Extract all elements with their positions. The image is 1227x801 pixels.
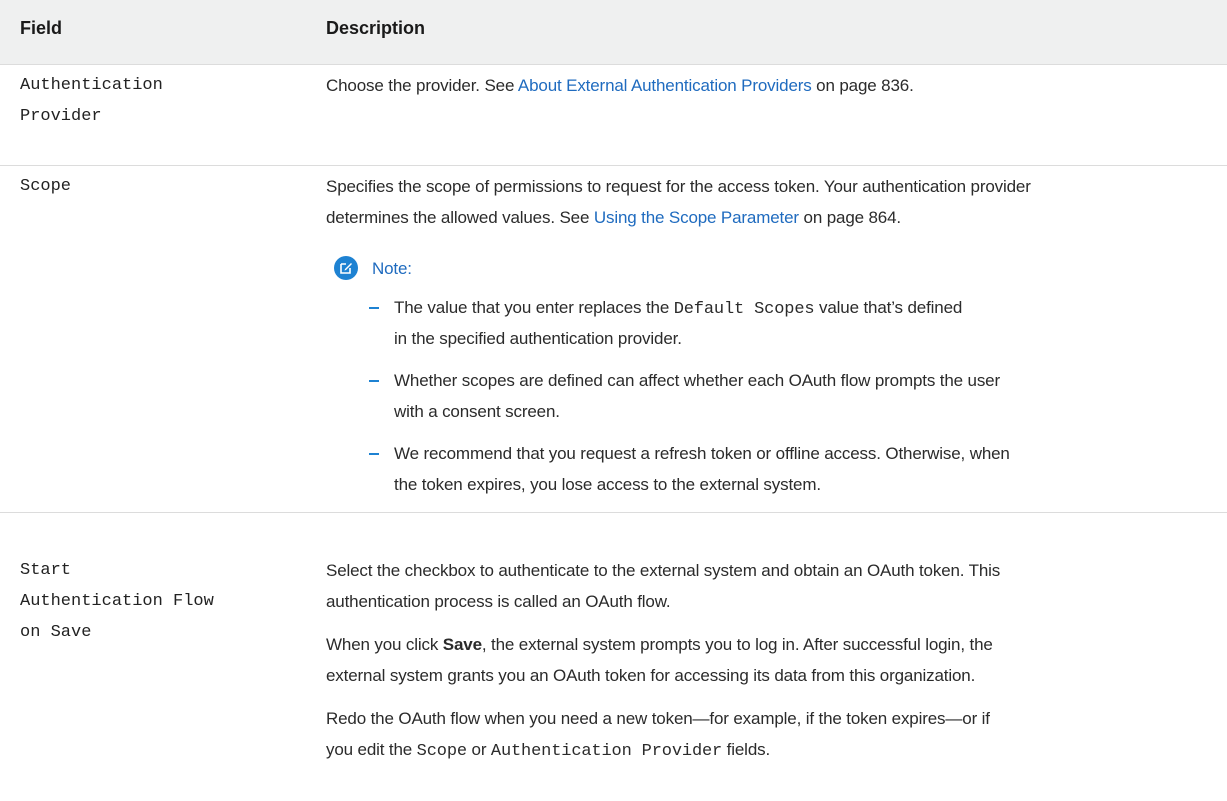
- text: , the external system prompts you to log…: [481, 635, 993, 654]
- description-line: Specifies the scope of permissions to re…: [326, 177, 1031, 196]
- field-name-line: Provider: [20, 107, 102, 126]
- description-line: Select the checkbox to authenticate to t…: [326, 561, 1001, 580]
- text: on page 836.: [811, 76, 914, 95]
- text: you edit the: [326, 740, 417, 759]
- bullet-text: We recommend that you request a refresh …: [394, 438, 1010, 500]
- save-ui-label: Save: [442, 635, 482, 654]
- text: When you click: [326, 635, 443, 654]
- text: on page 864.: [798, 208, 902, 227]
- field-name-line: Start: [20, 561, 72, 580]
- text: or: [466, 740, 491, 759]
- bullet-dash: [369, 380, 379, 382]
- field-name: Scope: [20, 171, 310, 202]
- description-line: When you click Save, the external system…: [326, 629, 1206, 660]
- description-line: authentication process is called an OAut…: [326, 592, 671, 611]
- bullet-line: We recommend that you request a refresh …: [394, 444, 1010, 463]
- table-row: Start Authentication Flow on Save Select…: [0, 547, 1227, 801]
- code-text: Scope: [416, 742, 467, 761]
- text: value that’s defined: [814, 298, 963, 317]
- bullet-text: Whether scopes are defined can affect wh…: [394, 365, 1000, 427]
- field-description: Select the checkbox to authenticate to t…: [326, 555, 1206, 765]
- description-line: determines the allowed values. See Using…: [326, 202, 1206, 233]
- bullet-line: with a consent screen.: [394, 402, 560, 421]
- table-row: Scope Specifies the scope of permissions…: [0, 166, 1227, 513]
- note-label: Note:: [372, 259, 412, 278]
- description-line: you edit the Scope or Authentication Pro…: [326, 734, 1206, 765]
- description-line: external system grants you an OAuth toke…: [326, 666, 976, 685]
- field-description: Choose the provider. See About External …: [326, 70, 1206, 101]
- code-text: Default Scopes: [673, 300, 815, 319]
- text: Choose the provider. See: [326, 76, 518, 95]
- field-name: Authentication Provider: [20, 70, 310, 132]
- edit-note-icon: [334, 256, 358, 280]
- table-row: Authentication Provider Choose the provi…: [0, 65, 1227, 166]
- field-name-line: Scope: [20, 177, 72, 196]
- bullet-dash: [369, 453, 379, 455]
- description-line: Redo the OAuth flow when you need a new …: [326, 709, 990, 728]
- bullet-dash: [369, 307, 379, 309]
- field-name-line: on Save: [20, 623, 92, 642]
- text: fields.: [722, 740, 771, 759]
- using-scope-parameter-link[interactable]: Using the Scope Parameter: [594, 208, 799, 227]
- table-header: Field Description: [0, 0, 1227, 65]
- header-description: Description: [326, 18, 426, 38]
- about-external-auth-providers-link[interactable]: About External Authentication Providers: [518, 76, 812, 95]
- field-description: Specifies the scope of permissions to re…: [326, 171, 1206, 501]
- field-name-line: Authentication: [20, 76, 163, 95]
- text: determines the allowed values. See: [326, 208, 594, 227]
- field-name: Start Authentication Flow on Save: [20, 555, 310, 648]
- bullet-line: The value that you enter replaces the De…: [394, 292, 962, 323]
- bullet-line: Whether scopes are defined can affect wh…: [394, 371, 1000, 390]
- header-field: Field: [20, 18, 63, 38]
- code-text: Authentication Provider: [490, 742, 723, 761]
- bullet-line: the token expires, you lose access to th…: [394, 475, 821, 494]
- text: The value that you enter replaces the: [394, 298, 674, 317]
- bullet-line: in the specified authentication provider…: [394, 329, 682, 348]
- bullet-text: The value that you enter replaces the De…: [394, 292, 962, 354]
- description-line: Choose the provider. See About External …: [326, 70, 1206, 101]
- field-name-line: Authentication Flow: [20, 592, 214, 611]
